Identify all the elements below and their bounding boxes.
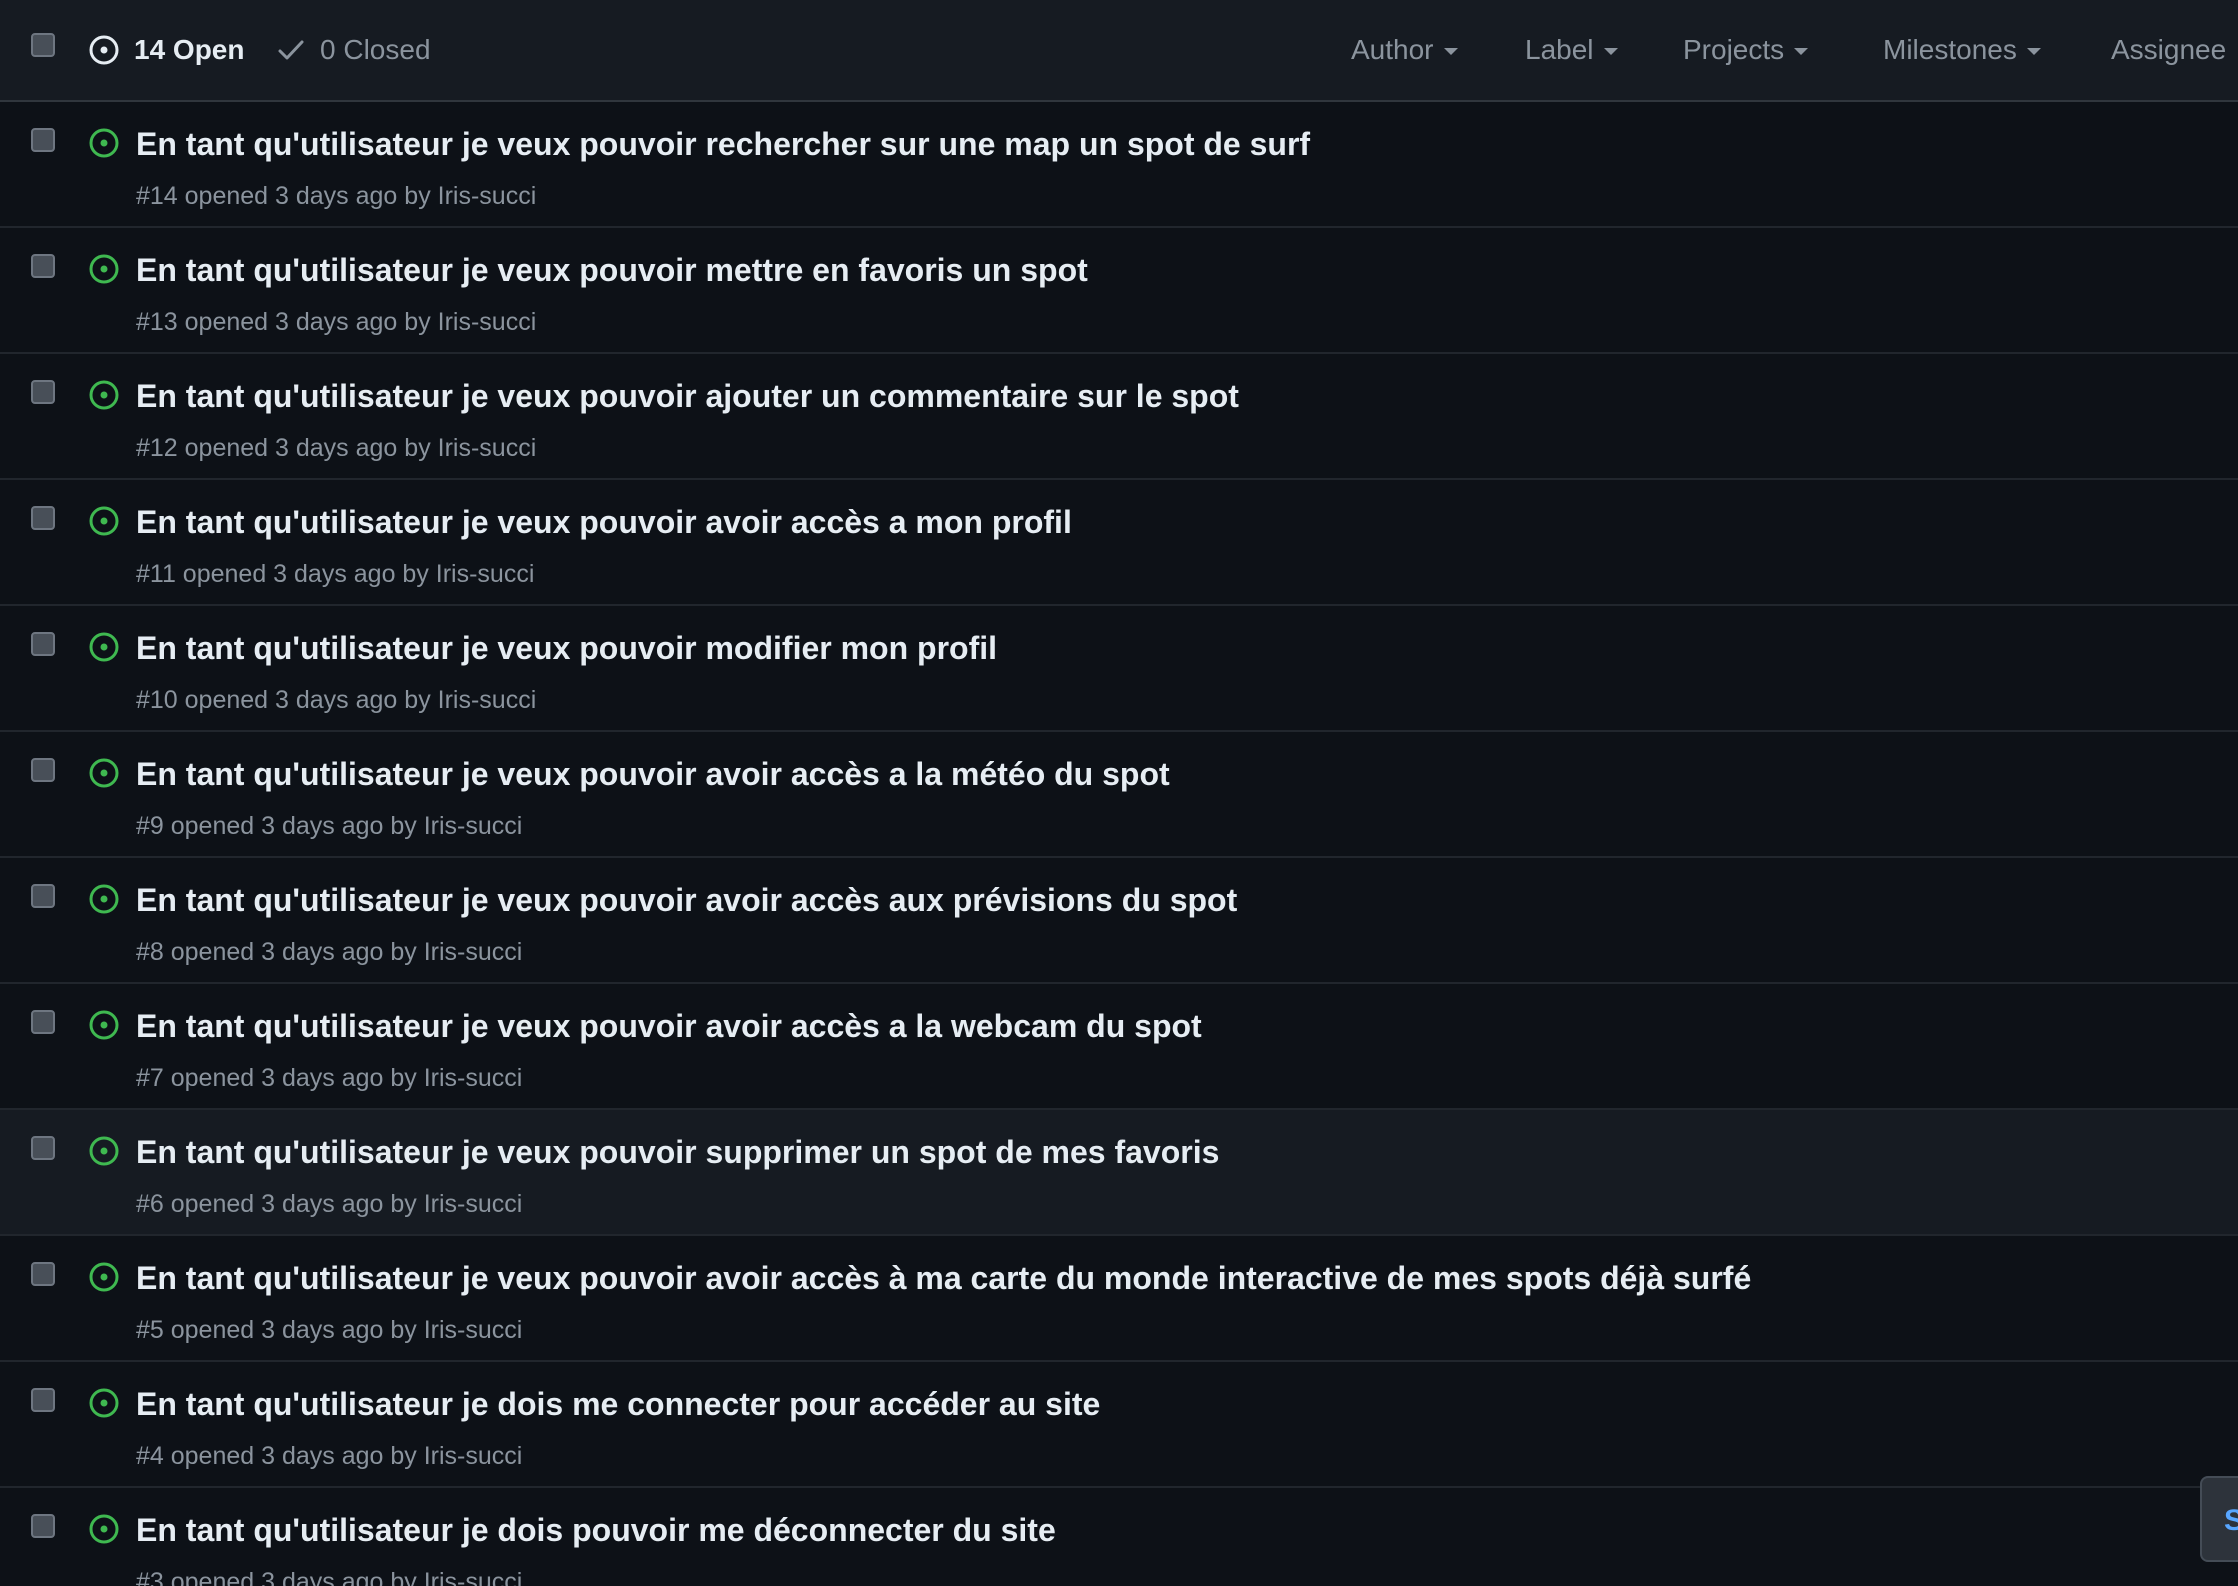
issue-row[interactable]: En tant qu'utilisateur je veux pouvoir a… xyxy=(0,354,2238,480)
floating-action-button[interactable]: S xyxy=(2200,1476,2238,1562)
issue-checkbox[interactable] xyxy=(31,1388,55,1412)
issue-title-link[interactable]: En tant qu'utilisateur je veux pouvoir m… xyxy=(136,252,1088,289)
issue-meta: #5 opened 3 days ago by Iris-succi xyxy=(136,1316,523,1344)
issue-checkbox[interactable] xyxy=(31,1010,55,1034)
issues-page: 14 Open 0 Closed Author Label Projects M… xyxy=(0,0,2238,1586)
author-filter[interactable]: Author xyxy=(1351,28,1458,72)
open-issues-tab[interactable]: 14 Open xyxy=(88,28,244,72)
issue-checkbox[interactable] xyxy=(31,758,55,782)
issue-title-link[interactable]: En tant qu'utilisateur je veux pouvoir a… xyxy=(136,1008,1202,1045)
issue-row[interactable]: En tant qu'utilisateur je veux pouvoir a… xyxy=(0,732,2238,858)
issue-title-link[interactable]: En tant qu'utilisateur je veux pouvoir a… xyxy=(136,378,1239,415)
issue-checkbox[interactable] xyxy=(31,506,55,530)
caret-down-icon xyxy=(1443,48,1458,55)
issue-opened-icon xyxy=(89,254,119,284)
issue-checkbox[interactable] xyxy=(31,632,55,656)
issue-row[interactable]: En tant qu'utilisateur je veux pouvoir a… xyxy=(0,1236,2238,1362)
issue-opened-icon xyxy=(89,506,119,536)
issue-title-link[interactable]: En tant qu'utilisateur je veux pouvoir a… xyxy=(136,882,1237,919)
check-icon xyxy=(278,40,304,60)
assignee-filter[interactable]: Assignee xyxy=(2111,28,2226,72)
caret-down-icon xyxy=(2026,48,2041,55)
issue-opened-icon xyxy=(89,1262,119,1292)
issue-title-link[interactable]: En tant qu'utilisateur je veux pouvoir m… xyxy=(136,630,997,667)
issue-title-link[interactable]: En tant qu'utilisateur je veux pouvoir a… xyxy=(136,504,1072,541)
issue-opened-icon xyxy=(89,128,119,158)
projects-filter[interactable]: Projects xyxy=(1683,28,1809,72)
issue-checkbox[interactable] xyxy=(31,254,55,278)
label-filter[interactable]: Label xyxy=(1525,28,1618,72)
issue-title-link[interactable]: En tant qu'utilisateur je veux pouvoir a… xyxy=(136,756,1170,793)
closed-issues-tab[interactable]: 0 Closed xyxy=(276,28,431,72)
issue-title-link[interactable]: En tant qu'utilisateur je dois me connec… xyxy=(136,1386,1100,1423)
issue-meta: #13 opened 3 days ago by Iris-succi xyxy=(136,308,537,336)
issue-checkbox[interactable] xyxy=(31,1262,55,1286)
issue-meta: #3 opened 3 days ago by Iris-succi xyxy=(136,1568,523,1586)
author-filter-label: Author xyxy=(1351,34,1434,65)
issues-list-header: 14 Open 0 Closed Author Label Projects M… xyxy=(0,0,2238,102)
issue-checkbox[interactable] xyxy=(31,1136,55,1160)
issue-row[interactable]: En tant qu'utilisateur je veux pouvoir m… xyxy=(0,606,2238,732)
issue-meta: #14 opened 3 days ago by Iris-succi xyxy=(136,182,537,210)
issue-title-link[interactable]: En tant qu'utilisateur je veux pouvoir s… xyxy=(136,1134,1219,1171)
assignee-filter-label: Assignee xyxy=(2111,34,2227,65)
issue-checkbox[interactable] xyxy=(31,128,55,152)
issue-opened-icon xyxy=(89,884,119,914)
issue-row[interactable]: En tant qu'utilisateur je veux pouvoir r… xyxy=(0,102,2238,228)
issue-row[interactable]: En tant qu'utilisateur je dois pouvoir m… xyxy=(0,1488,2238,1586)
issue-opened-icon xyxy=(89,380,119,410)
issue-opened-icon xyxy=(89,758,119,788)
label-filter-label: Label xyxy=(1525,34,1594,65)
projects-filter-label: Projects xyxy=(1683,34,1785,65)
issue-row[interactable]: En tant qu'utilisateur je veux pouvoir a… xyxy=(0,858,2238,984)
issue-row[interactable]: En tant qu'utilisateur je dois me connec… xyxy=(0,1362,2238,1488)
floating-action-label: S xyxy=(2224,1504,2238,1537)
issue-opened-icon xyxy=(89,1136,119,1166)
issue-title-link[interactable]: En tant qu'utilisateur je veux pouvoir r… xyxy=(136,126,1310,163)
open-issues-label: 14 Open xyxy=(134,34,245,65)
issue-opened-icon xyxy=(89,1388,119,1418)
issue-row[interactable]: En tant qu'utilisateur je veux pouvoir a… xyxy=(0,984,2238,1110)
issue-opened-icon xyxy=(89,1010,119,1040)
caret-down-icon xyxy=(1603,48,1618,55)
issue-checkbox[interactable] xyxy=(31,1514,55,1538)
issue-meta: #12 opened 3 days ago by Iris-succi xyxy=(136,434,537,462)
issue-title-link[interactable]: En tant qu'utilisateur je dois pouvoir m… xyxy=(136,1512,1056,1549)
caret-down-icon xyxy=(1794,48,1809,55)
issue-meta: #11 opened 3 days ago by Iris-succi xyxy=(136,560,535,588)
issue-meta: #8 opened 3 days ago by Iris-succi xyxy=(136,938,523,966)
issue-list: En tant qu'utilisateur je veux pouvoir r… xyxy=(0,102,2238,1586)
issue-meta: #10 opened 3 days ago by Iris-succi xyxy=(136,686,537,714)
milestones-filter-label: Milestones xyxy=(1883,34,2017,65)
issue-checkbox[interactable] xyxy=(31,380,55,404)
issue-meta: #6 opened 3 days ago by Iris-succi xyxy=(136,1190,523,1218)
issue-row[interactable]: En tant qu'utilisateur je veux pouvoir s… xyxy=(0,1110,2238,1236)
issue-opened-icon xyxy=(89,1514,119,1544)
issue-opened-icon xyxy=(89,35,119,65)
issue-meta: #9 opened 3 days ago by Iris-succi xyxy=(136,812,523,840)
issue-opened-icon xyxy=(89,632,119,662)
closed-issues-label: 0 Closed xyxy=(320,34,431,65)
issue-meta: #4 opened 3 days ago by Iris-succi xyxy=(136,1442,523,1470)
issue-row[interactable]: En tant qu'utilisateur je veux pouvoir m… xyxy=(0,228,2238,354)
milestones-filter[interactable]: Milestones xyxy=(1883,28,2041,72)
issue-checkbox[interactable] xyxy=(31,884,55,908)
issue-row[interactable]: En tant qu'utilisateur je veux pouvoir a… xyxy=(0,480,2238,606)
select-all-checkbox[interactable] xyxy=(31,33,55,57)
issue-title-link[interactable]: En tant qu'utilisateur je veux pouvoir a… xyxy=(136,1260,1751,1297)
issue-meta: #7 opened 3 days ago by Iris-succi xyxy=(136,1064,523,1092)
